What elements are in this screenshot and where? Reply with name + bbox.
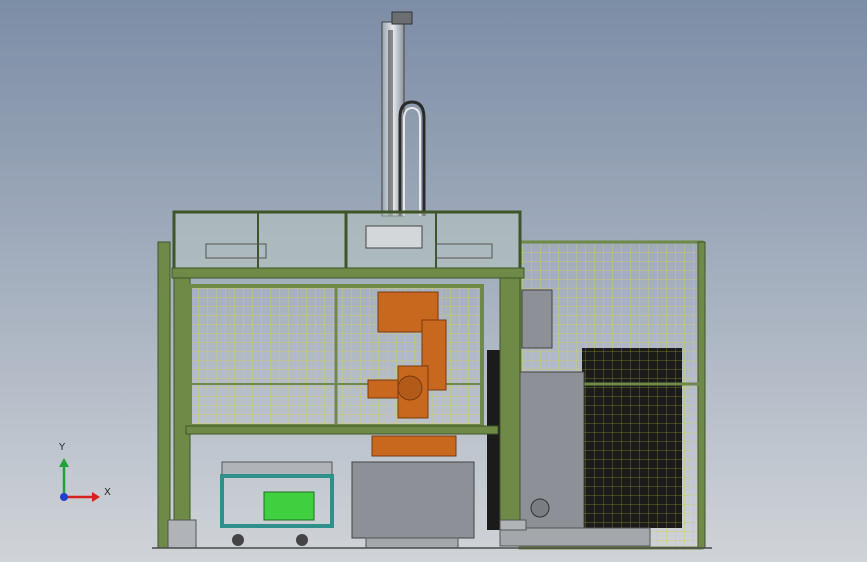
top-housing <box>171 210 525 279</box>
lift-column <box>381 11 426 217</box>
front-guard <box>185 284 499 435</box>
axis-triad <box>59 458 100 502</box>
cad-viewport[interactable]: X Y <box>0 0 867 562</box>
axis-x-label: X <box>104 487 111 498</box>
motor-cart <box>220 461 334 546</box>
axis-y-label: Y <box>59 442 66 453</box>
machine-cell-model <box>59 11 712 550</box>
robot-pedestal <box>351 461 475 549</box>
